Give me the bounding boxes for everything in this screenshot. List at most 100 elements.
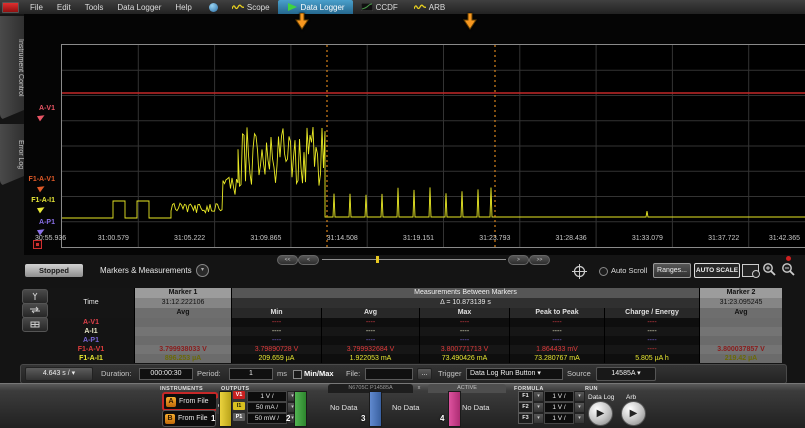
channel-2-bar[interactable]: [294, 391, 307, 427]
close-tab-icon[interactable]: x: [415, 384, 423, 393]
grid-icon[interactable]: [22, 317, 48, 332]
trigger-select[interactable]: Data Log Run Button ▾: [466, 368, 563, 380]
range-dropdown-icon[interactable]: ▾: [574, 402, 585, 413]
row-label-a-p1: A-P1: [48, 336, 134, 345]
marker-1-arrow-icon[interactable]: [295, 13, 309, 35]
plot-region[interactable]: [61, 44, 805, 248]
scrollbar-track[interactable]: [322, 259, 506, 260]
formula-badge-f1[interactable]: F1: [518, 391, 533, 402]
trace-label-a-v1[interactable]: A-V1: [18, 105, 55, 112]
pan-crosshair-icon[interactable]: [572, 264, 587, 284]
scrollbar-thumb[interactable]: [376, 256, 379, 263]
from-file-label: From File: [179, 398, 209, 405]
active-session-tab[interactable]: ACTIVE: [428, 384, 506, 393]
range-dropdown-icon[interactable]: ▾: [574, 413, 585, 424]
tab-arb[interactable]: ARB: [406, 0, 453, 14]
scroll-end-button[interactable]: >>: [529, 255, 550, 265]
trace-label-f1-a-i1[interactable]: F1-A-I1: [18, 197, 55, 204]
menu-item-edit[interactable]: Edit: [50, 3, 78, 12]
measurements-dropdown-icon[interactable]: ▾: [196, 264, 209, 277]
channel-3-bar[interactable]: [369, 391, 382, 427]
source-value: 14585A: [611, 370, 635, 377]
channel-1-bar[interactable]: [219, 391, 232, 427]
timebase-select[interactable]: 4.643 s / ▾: [25, 367, 93, 381]
col-header-min: Min: [232, 308, 321, 318]
marker1-time: 31:12.222106: [135, 298, 231, 308]
tools-icon[interactable]: [22, 289, 48, 304]
timebase-value: 4.643 s /: [43, 370, 70, 377]
scroll-fwd-button[interactable]: >: [508, 255, 529, 265]
duration-field[interactable]: 000:00:30: [139, 368, 193, 380]
marker-2-arrow-icon[interactable]: [463, 13, 477, 35]
ranges-button[interactable]: Ranges...: [653, 263, 691, 278]
formula-expand-icon[interactable]: ▾: [533, 413, 544, 424]
x-tick: 31:14.508: [314, 235, 370, 242]
scroll-back-button[interactable]: <: [298, 255, 319, 265]
waveform-plot[interactable]: [62, 45, 805, 247]
marker2-header: Marker 2: [700, 288, 782, 298]
formula-range-field-f2[interactable]: 1 V /: [544, 402, 574, 413]
info-icon[interactable]: [209, 3, 218, 12]
trace-pen-icon[interactable]: [37, 205, 46, 214]
cell-value: ----: [322, 327, 419, 336]
formula-range-field-f3[interactable]: 1 V /: [544, 413, 574, 424]
channel-range-field-v1[interactable]: 1 V /: [247, 391, 287, 402]
scroll-rewind-button[interactable]: <<: [277, 255, 298, 265]
tab-label: CCDF: [376, 3, 398, 12]
cell-value: 3.79890728 V: [232, 345, 321, 354]
source-select[interactable]: 14585A ▾: [596, 367, 656, 381]
trace-pen-icon[interactable]: [37, 113, 46, 122]
run-arb-button[interactable]: ▶: [621, 401, 646, 426]
auto-scale-button[interactable]: AUTO SCALE: [694, 263, 740, 278]
menu-item-help[interactable]: Help: [168, 3, 198, 12]
menu-item-file[interactable]: File: [23, 3, 50, 12]
file-field[interactable]: [365, 368, 413, 380]
formula-expand-icon[interactable]: ▾: [533, 391, 544, 402]
formula-range-field-f1[interactable]: 1 V /: [544, 391, 574, 402]
menu-item-data-logger[interactable]: Data Logger: [110, 3, 168, 12]
marker2-subheader: Avg: [700, 308, 782, 318]
cell-value: 209.659 µA: [232, 354, 321, 363]
channel-4-bar[interactable]: [448, 391, 461, 427]
trace-label-f1-a-v1[interactable]: F1-A-V1: [18, 176, 55, 183]
menu-item-tools[interactable]: Tools: [78, 3, 111, 12]
trace-pen-icon[interactable]: [37, 184, 46, 193]
cell-value: 73.280767 mA: [510, 354, 604, 363]
zoom-window-icon[interactable]: [742, 264, 759, 277]
run-data-log-button[interactable]: ▶: [588, 401, 613, 426]
tab-label: Data Logger: [301, 3, 345, 12]
cell-value: ----: [510, 327, 604, 336]
tab-ccdf[interactable]: CCDF: [353, 0, 406, 14]
range-dropdown-icon[interactable]: ▾: [574, 391, 585, 402]
table-cell: [48, 308, 134, 318]
channel-range-field-i1[interactable]: 50 mA /: [247, 402, 287, 413]
zoom-out-icon[interactable]: [781, 262, 796, 282]
period-field[interactable]: 1: [229, 368, 273, 380]
cell-value: 1.864433 mV: [510, 345, 604, 354]
markers-icon[interactable]: [22, 303, 48, 318]
channel-3-number: 3: [361, 414, 365, 423]
cell-m1: 896.253 µA: [135, 354, 231, 363]
tab-markers-measurements[interactable]: Markers & Measurements: [100, 266, 192, 275]
formula-badge-f2[interactable]: F2: [518, 402, 533, 413]
cell-m1: [135, 327, 231, 336]
cell-m2: [700, 318, 782, 327]
zoom-in-icon[interactable]: [762, 262, 777, 282]
stopped-status-button[interactable]: Stopped: [25, 264, 83, 277]
minmax-label: Min/Max: [304, 369, 334, 378]
x-tick: 31:42.365: [744, 235, 800, 242]
tab-scope[interactable]: Scope: [224, 0, 278, 14]
instrument-a-from-file-button[interactable]: AFrom File: [162, 392, 218, 411]
formula-expand-icon[interactable]: ▾: [533, 402, 544, 413]
auto-scroll-checkbox[interactable]: [599, 267, 608, 276]
channel-range-field-p1[interactable]: 50 mW /: [247, 413, 287, 424]
trace-f1-a-i1: [62, 127, 805, 218]
trace-label-a-p1[interactable]: A-P1: [18, 219, 55, 226]
tab-data-logger[interactable]: Data Logger: [278, 0, 353, 14]
cell-value: ----: [420, 318, 509, 327]
formula-badge-f3[interactable]: F3: [518, 413, 533, 424]
instrument-b-from-file-button[interactable]: BFrom File: [162, 410, 216, 427]
x-tick: 31:19.151: [391, 235, 447, 242]
minmax-checkbox[interactable]: [293, 370, 302, 379]
file-browse-button[interactable]: ...: [417, 368, 432, 380]
